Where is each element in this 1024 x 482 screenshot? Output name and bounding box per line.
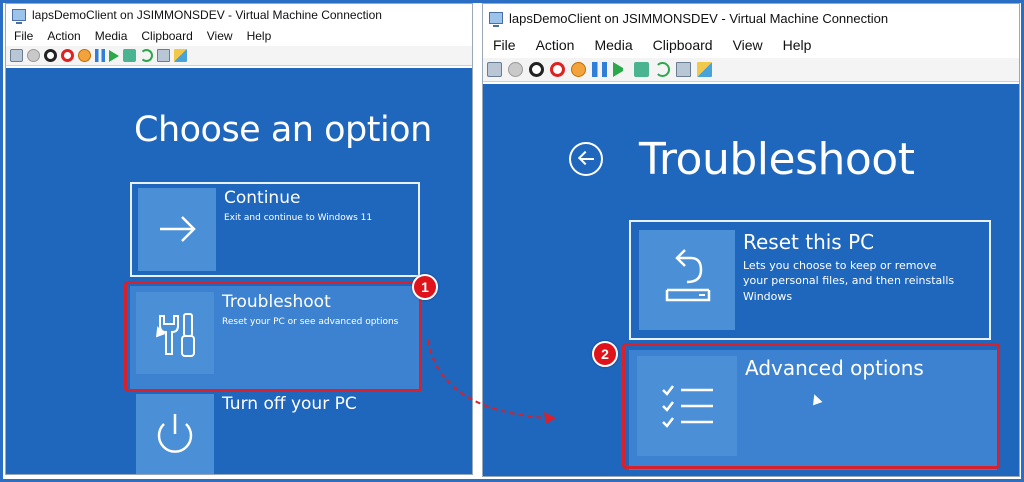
option-description: Exit and continue to Windows 11 xyxy=(224,213,373,223)
resume-icon[interactable] xyxy=(109,49,119,62)
pause-icon[interactable] xyxy=(592,62,607,77)
turn-off-icon[interactable] xyxy=(44,49,57,62)
menu-bar: File Action Media Clipboard View Help xyxy=(6,26,472,46)
vm-connection-icon xyxy=(12,9,26,24)
continue-option[interactable]: Continue Exit and continue to Windows 11 xyxy=(130,182,420,277)
reset-pc-icon xyxy=(665,249,711,302)
ctrl-alt-del-icon[interactable] xyxy=(10,49,23,62)
option-title: Reset this PC xyxy=(743,230,875,254)
enhanced-session-icon[interactable] xyxy=(676,62,691,77)
reset-pc-option[interactable]: Reset this PC Lets you choose to keep or… xyxy=(629,220,991,340)
title-bar: lapsDemoClient on JSIMMONSDEV - Virtual … xyxy=(6,4,472,26)
menu-action[interactable]: Action xyxy=(47,29,80,43)
ctrl-alt-del-icon[interactable] xyxy=(487,62,502,77)
resume-icon[interactable] xyxy=(613,62,628,77)
option-title: Continue xyxy=(224,188,301,208)
back-arrow-icon[interactable] xyxy=(569,142,603,176)
start-icon[interactable] xyxy=(508,62,523,77)
menu-file[interactable]: File xyxy=(14,29,33,43)
shut-down-icon[interactable] xyxy=(61,49,74,62)
menu-media[interactable]: Media xyxy=(594,37,632,53)
pause-icon[interactable] xyxy=(95,49,105,62)
step-badge-1: 1 xyxy=(412,274,438,300)
save-icon[interactable] xyxy=(571,62,586,77)
checkpoint-icon[interactable] xyxy=(123,49,136,62)
continue-tile xyxy=(138,188,216,271)
share-icon[interactable] xyxy=(174,49,187,62)
arrow-right-icon xyxy=(160,216,196,242)
reset-pc-tile xyxy=(639,230,735,330)
start-icon[interactable] xyxy=(27,49,40,62)
window-title: lapsDemoClient on JSIMMONSDEV - Virtual … xyxy=(32,8,382,22)
menu-help[interactable]: Help xyxy=(783,37,812,53)
menu-media[interactable]: Media xyxy=(95,29,128,43)
toolbar xyxy=(6,46,472,66)
title-bar: lapsDemoClient on JSIMMONSDEV - Virtual … xyxy=(483,4,1019,32)
page-title: Troubleshoot xyxy=(639,134,915,185)
menu-action[interactable]: Action xyxy=(536,37,575,53)
turn-off-icon[interactable] xyxy=(529,62,544,77)
highlight-box-step-1 xyxy=(124,281,422,392)
share-icon[interactable] xyxy=(697,62,712,77)
menu-bar: File Action Media Clipboard View Help xyxy=(483,32,1019,58)
option-title: Turn off your PC xyxy=(222,394,357,414)
window-title: lapsDemoClient on JSIMMONSDEV - Virtual … xyxy=(509,10,889,26)
toolbar xyxy=(483,58,1019,82)
shut-down-icon[interactable] xyxy=(550,62,565,77)
menu-view[interactable]: View xyxy=(207,29,233,43)
dashed-arrow-icon xyxy=(427,339,556,424)
power-icon xyxy=(157,414,193,453)
highlight-box-step-2 xyxy=(622,343,1000,469)
vm-window-left: lapsDemoClient on JSIMMONSDEV - Virtual … xyxy=(5,3,473,475)
checkpoint-icon[interactable] xyxy=(634,62,649,77)
menu-help[interactable]: Help xyxy=(247,29,272,43)
step-badge-2: 2 xyxy=(592,341,618,367)
revert-icon[interactable] xyxy=(655,62,670,77)
menu-view[interactable]: View xyxy=(733,37,763,53)
vm-screen: Choose an option Continue Exit and conti… xyxy=(6,68,472,474)
turn-off-option[interactable]: Turn off your PC xyxy=(130,390,420,474)
menu-clipboard[interactable]: Clipboard xyxy=(653,37,713,53)
option-description: Lets you choose to keep or remove your p… xyxy=(743,259,955,303)
page-title: Choose an option xyxy=(134,110,432,150)
save-icon[interactable] xyxy=(78,49,91,62)
turn-off-tile xyxy=(136,394,214,474)
enhanced-session-icon[interactable] xyxy=(157,49,170,62)
revert-icon[interactable] xyxy=(140,49,153,62)
menu-clipboard[interactable]: Clipboard xyxy=(141,29,192,43)
menu-file[interactable]: File xyxy=(493,37,516,53)
vm-connection-icon xyxy=(489,12,503,27)
